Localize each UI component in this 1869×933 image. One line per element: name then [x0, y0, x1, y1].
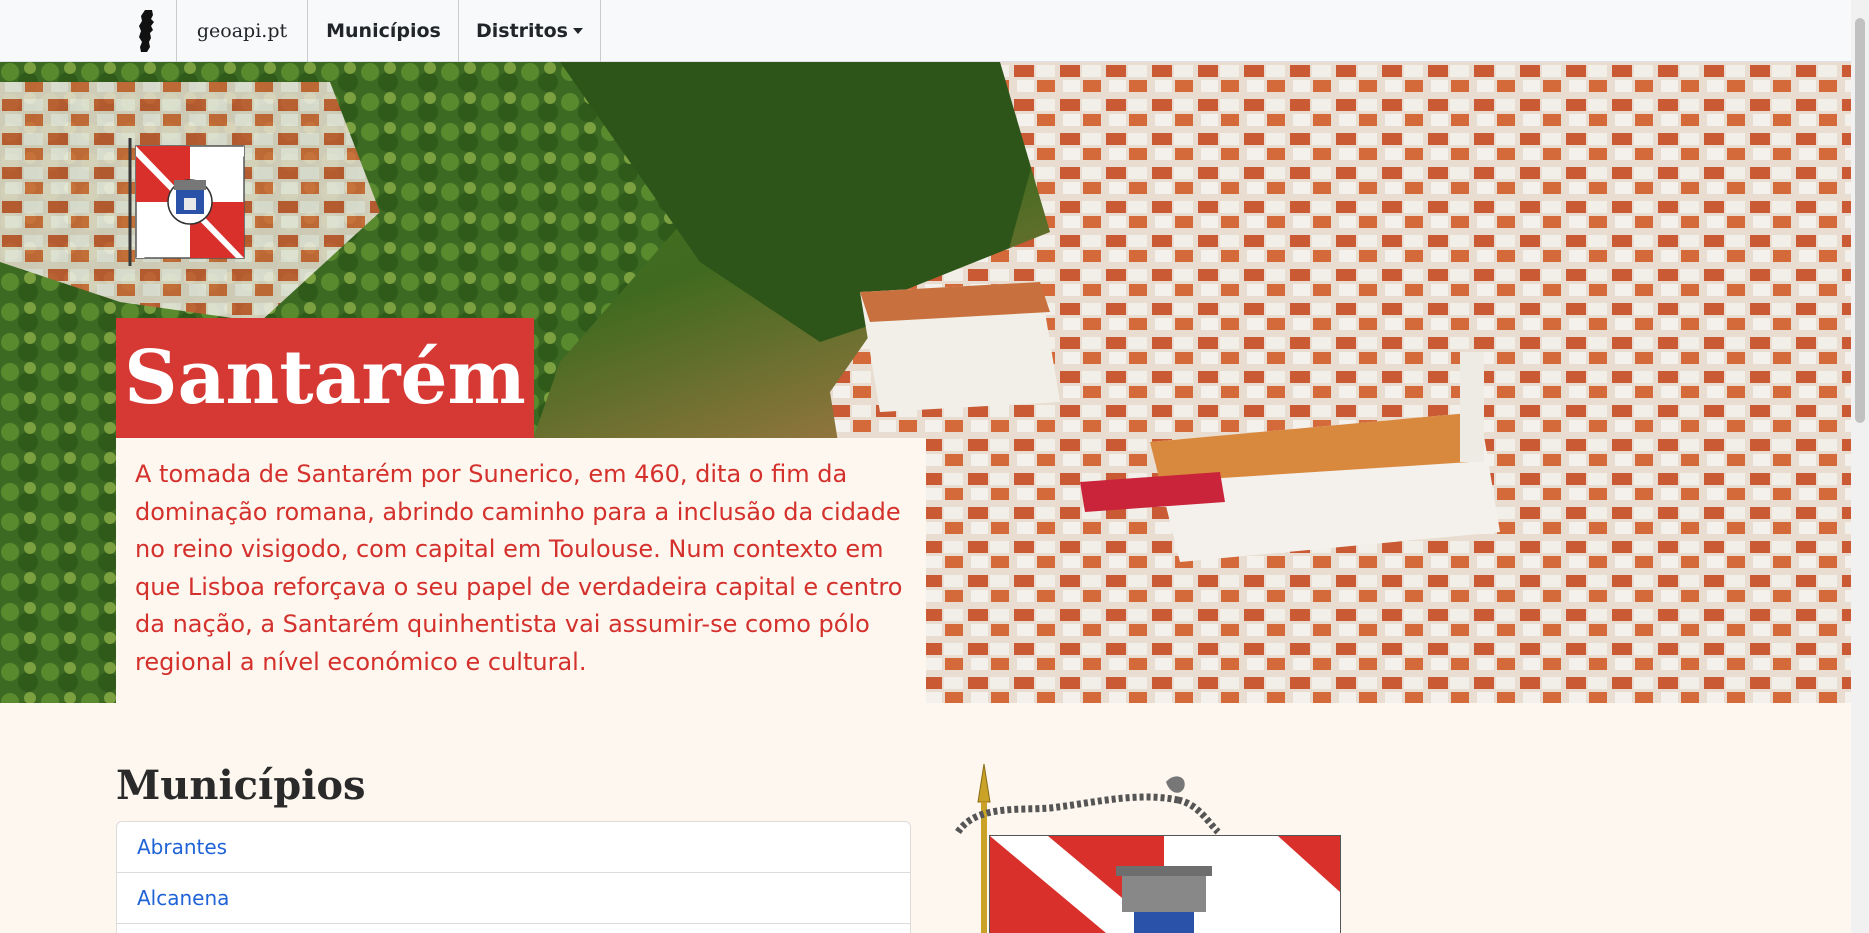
municipios-title: Municípios	[116, 762, 366, 809]
list-item[interactable]: Abrantes	[117, 822, 910, 873]
top-navbar: geoapi.pt Municípios Distritos	[0, 0, 1851, 62]
distritos-dropdown-label: Distritos	[475, 20, 568, 42]
page-scrollbar[interactable]	[1851, 0, 1869, 933]
list-item[interactable]: Alcanena	[117, 873, 910, 924]
hero-description: A tomada de Santarém por Sunerico, em 46…	[135, 460, 903, 676]
municipios-list: Abrantes Alcanena	[116, 821, 911, 933]
hero-description-box: A tomada de Santarém por Sunerico, em 46…	[116, 438, 926, 703]
distritos-dropdown[interactable]: Distritos	[458, 0, 601, 62]
nav-municipios-link[interactable]: Municípios	[307, 0, 459, 62]
brand-link[interactable]: geoapi.pt	[176, 0, 307, 62]
scrollbar-thumb[interactable]	[1855, 18, 1865, 423]
portugal-map-logo-icon[interactable]	[116, 0, 177, 62]
santarem-flag-small	[128, 138, 245, 266]
hero-section: Santarém A tomada de Santarém por Suneri…	[0, 62, 1851, 703]
list-item[interactable]	[117, 924, 910, 933]
hero-title: Santarém	[124, 335, 526, 421]
caret-down-icon	[573, 28, 583, 34]
santarem-flag-large	[955, 763, 1341, 933]
hero-title-box: Santarém	[116, 318, 534, 438]
